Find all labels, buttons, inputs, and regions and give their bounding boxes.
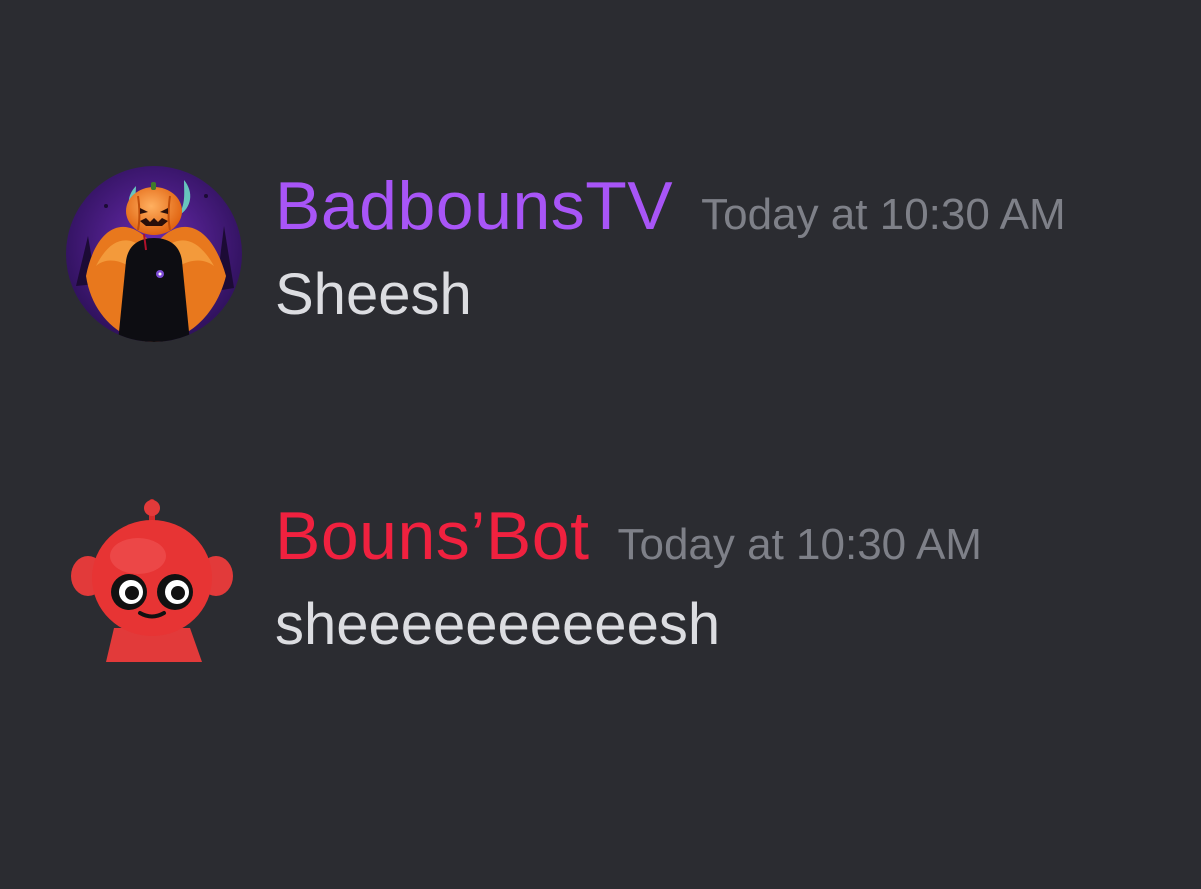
chat-message-list: BadbounsTV Today at 10:30 AM Sheesh Boun… (0, 0, 1201, 889)
user-avatar[interactable] (66, 166, 242, 342)
halloween-pumpkin-avatar-icon (66, 166, 242, 342)
message-content: Sheesh (275, 262, 472, 327)
chat-message: BadbounsTV Today at 10:30 AM Sheesh (66, 166, 1166, 356)
red-robot-avatar-icon (71, 499, 233, 662)
message-header: BadbounsTV Today at 10:30 AM (275, 168, 1066, 253)
bot-avatar[interactable] (66, 496, 242, 672)
message-header: Bouns’Bot Today at 10:30 AM (275, 498, 982, 583)
message-timestamp: Today at 10:30 AM (701, 190, 1066, 239)
username[interactable]: BadbounsTV (275, 168, 673, 244)
chat-message: Bouns’Bot Today at 10:30 AM sheeeeeeeeee… (66, 496, 1166, 686)
message-content: sheeeeeeeeeesh (275, 592, 721, 657)
message-timestamp: Today at 10:30 AM (617, 520, 982, 569)
username[interactable]: Bouns’Bot (275, 498, 589, 574)
